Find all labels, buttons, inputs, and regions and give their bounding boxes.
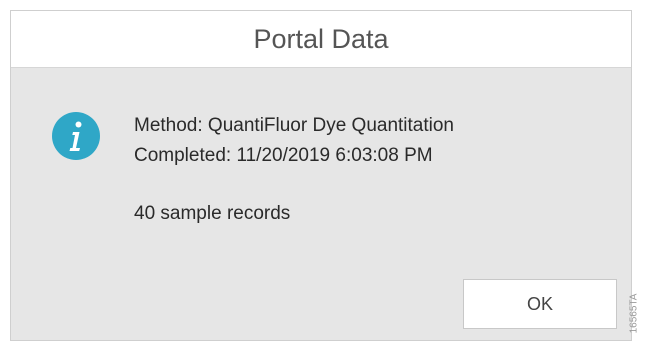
dialog-titlebar: Portal Data xyxy=(11,11,631,68)
ok-button[interactable]: OK xyxy=(463,279,617,329)
method-text: Method: QuantiFluor Dye Quantitation xyxy=(134,115,455,136)
figure-code-watermark: 16565TA xyxy=(628,286,644,341)
info-icon xyxy=(51,111,101,161)
portal-data-dialog: Portal Data Method: QuantiFluor Dye Quan… xyxy=(10,10,632,341)
completed-text: Completed: 11/20/2019 6:03:08 PM xyxy=(134,145,433,166)
dialog-title: Portal Data xyxy=(253,24,389,54)
sample-records-text: 40 sample records xyxy=(134,203,291,224)
figure-code-text: 16565TA xyxy=(628,293,640,334)
